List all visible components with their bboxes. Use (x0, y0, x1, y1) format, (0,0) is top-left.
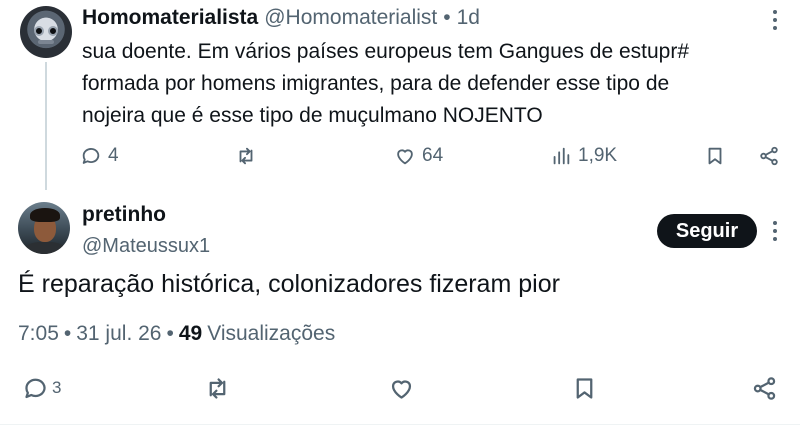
parent-tweet[interactable]: Homomaterialista @Homomaterialist • 1d s… (0, 0, 800, 190)
tweet-time[interactable]: 1d (457, 6, 480, 30)
follow-button[interactable]: Seguir (657, 214, 757, 248)
like-icon (397, 149, 413, 165)
tweet-header: Homomaterialista @Homomaterialist • 1d (82, 6, 480, 32)
separator-dot: • (63, 322, 72, 345)
reply-icon (82, 148, 100, 164)
views-label[interactable]: Visualizações (207, 322, 335, 346)
more-icon[interactable] (772, 10, 778, 30)
reply-button[interactable]: 3 (22, 374, 61, 402)
avatar[interactable] (18, 202, 70, 254)
bookmark-button[interactable] (571, 374, 598, 402)
tweet-date[interactable]: 31 jul. 26 (76, 322, 161, 346)
reply-icon (25, 378, 46, 398)
reply-count: 3 (52, 378, 62, 397)
share-button[interactable] (758, 142, 780, 170)
author-name[interactable]: Homomaterialista (82, 6, 258, 30)
more-icon[interactable] (772, 221, 778, 241)
author-handle[interactable]: @Mateussux1 (82, 235, 210, 258)
tweet-actions: 3 (0, 372, 800, 406)
views-button[interactable]: 1,9K (550, 142, 617, 170)
views-icon (553, 147, 570, 165)
bookmark-icon (576, 377, 593, 399)
author-handle[interactable]: @Homomaterialist (264, 6, 437, 30)
avatar-eye (34, 26, 44, 36)
tweet-meta: 7:05 • 31 jul. 26 • 49 Visualizações (18, 322, 335, 346)
like-count: 64 (422, 145, 444, 166)
view-count: 1,9K (578, 145, 618, 166)
avatar-mouth (38, 40, 54, 44)
separator-dot: • (166, 322, 174, 345)
bookmark-button[interactable] (704, 142, 726, 170)
retweet-icon (239, 147, 253, 165)
share-button[interactable] (751, 374, 778, 402)
tweet-time[interactable]: 7:05 (18, 322, 59, 346)
share-icon (753, 376, 776, 400)
separator-dot: • (443, 6, 451, 29)
avatar-shirt (24, 242, 66, 254)
tweet-text: É reparação histórica, colonizadores fiz… (18, 270, 560, 298)
avatar[interactable] (20, 6, 72, 58)
thread-connector-line (45, 62, 47, 190)
like-icon (391, 379, 412, 399)
bookmark-icon (708, 147, 722, 165)
author-name[interactable]: pretinho (82, 203, 166, 227)
retweet-button[interactable] (204, 374, 231, 402)
retweet-icon (209, 377, 226, 399)
avatar-eye (48, 26, 58, 36)
reply-button[interactable]: 4 (80, 142, 119, 170)
reply-count: 4 (108, 145, 119, 166)
retweet-button[interactable] (235, 142, 257, 170)
avatar-hair (30, 208, 60, 222)
tweet-actions: 4 64 1,9K (80, 142, 780, 170)
like-button[interactable] (388, 374, 415, 402)
tweet-text: sua doente. Em vários países europeus te… (82, 40, 690, 127)
views-count: 49 (178, 322, 203, 345)
share-icon (760, 146, 778, 166)
like-button[interactable]: 64 (394, 142, 443, 170)
divider (0, 424, 800, 425)
